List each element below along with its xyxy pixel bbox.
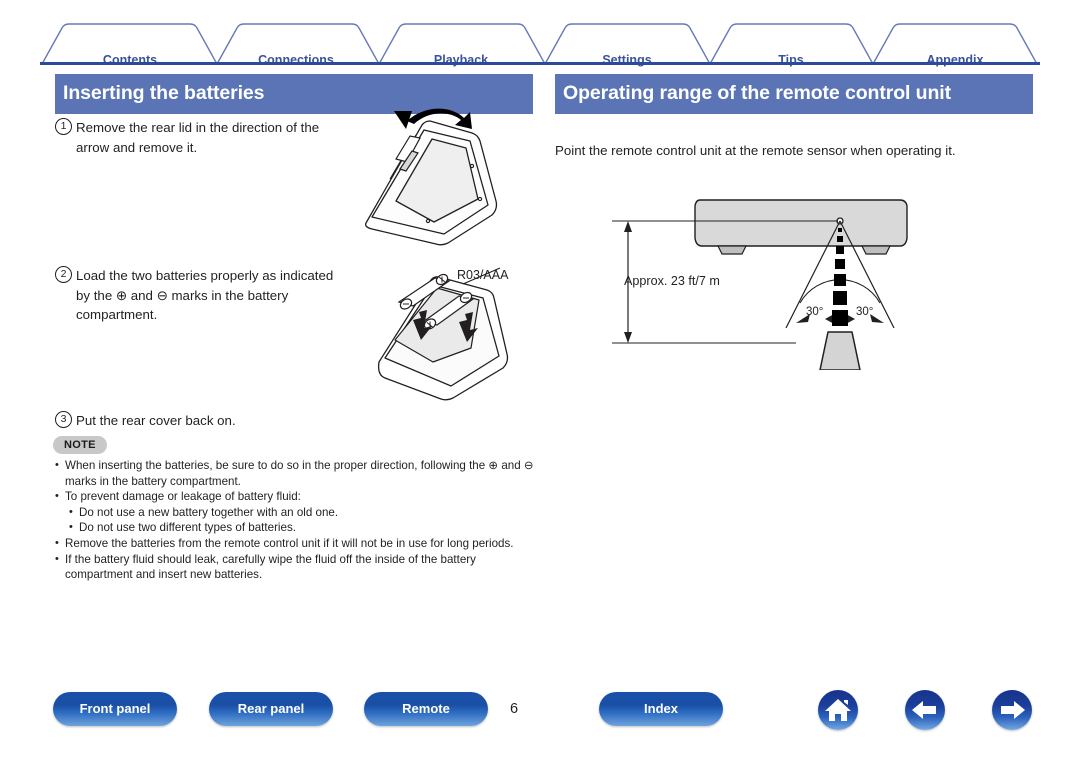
index-button[interactable]: Index (599, 692, 723, 726)
tab-bar-rule (40, 62, 1040, 65)
battery-type-label: R03/AAA (457, 268, 509, 282)
step-3-text: Put the rear cover back on. (76, 413, 236, 428)
battery-compartment-illustration (375, 258, 535, 413)
step-3: 3 Put the rear cover back on. (55, 411, 355, 431)
step-2: 2 Load the two batteries properly as ind… (55, 266, 345, 325)
step-1-number: 1 (55, 118, 72, 135)
page-number: 6 (509, 701, 519, 717)
note-item: Remove the batteries from the remote con… (55, 536, 545, 552)
next-button[interactable] (992, 690, 1032, 730)
note-item: Do not use a new battery together with a… (69, 505, 545, 521)
note-list: When inserting the batteries, be sure to… (55, 458, 545, 583)
angle-left-label: 30° (806, 306, 824, 318)
operating-range-intro: Point the remote control unit at the rem… (555, 143, 956, 158)
note-item: If the battery fluid should leak, carefu… (55, 552, 545, 583)
remote-rear-lid-illustration (360, 105, 520, 255)
note-item: Do not use two different types of batter… (69, 520, 545, 536)
note-badge: NOTE (53, 436, 107, 454)
tab-bar-shapes (40, 23, 1039, 65)
home-icon (825, 699, 851, 721)
step-3-number: 3 (55, 411, 72, 428)
home-button[interactable] (818, 690, 858, 730)
angle-right-label: 30° (856, 306, 874, 318)
section-header-right: Operating range of the remote control un… (555, 74, 1033, 114)
note-item: To prevent damage or leakage of battery … (55, 489, 545, 505)
remote-button[interactable]: Remote (364, 692, 488, 726)
right-column: Operating range of the remote control un… (555, 74, 1033, 114)
arrow-left-icon (912, 701, 936, 719)
step-1-text: Remove the rear lid in the direction of … (76, 120, 320, 155)
tab-bar[interactable]: Contents Connections Playback Settings T… (0, 18, 1080, 67)
operating-distance-label: Approx. 23 ft/7 m (624, 274, 720, 288)
back-button[interactable] (905, 690, 945, 730)
note-item: When inserting the batteries, be sure to… (55, 458, 545, 489)
arrow-right-icon (1001, 701, 1025, 719)
rear-panel-button[interactable]: Rear panel (209, 692, 333, 726)
step-2-number: 2 (55, 266, 72, 283)
front-panel-button[interactable]: Front panel (53, 692, 177, 726)
step-2-text: Load the two batteries properly as indic… (76, 268, 334, 322)
step-1: 1 Remove the rear lid in the direction o… (55, 118, 355, 157)
